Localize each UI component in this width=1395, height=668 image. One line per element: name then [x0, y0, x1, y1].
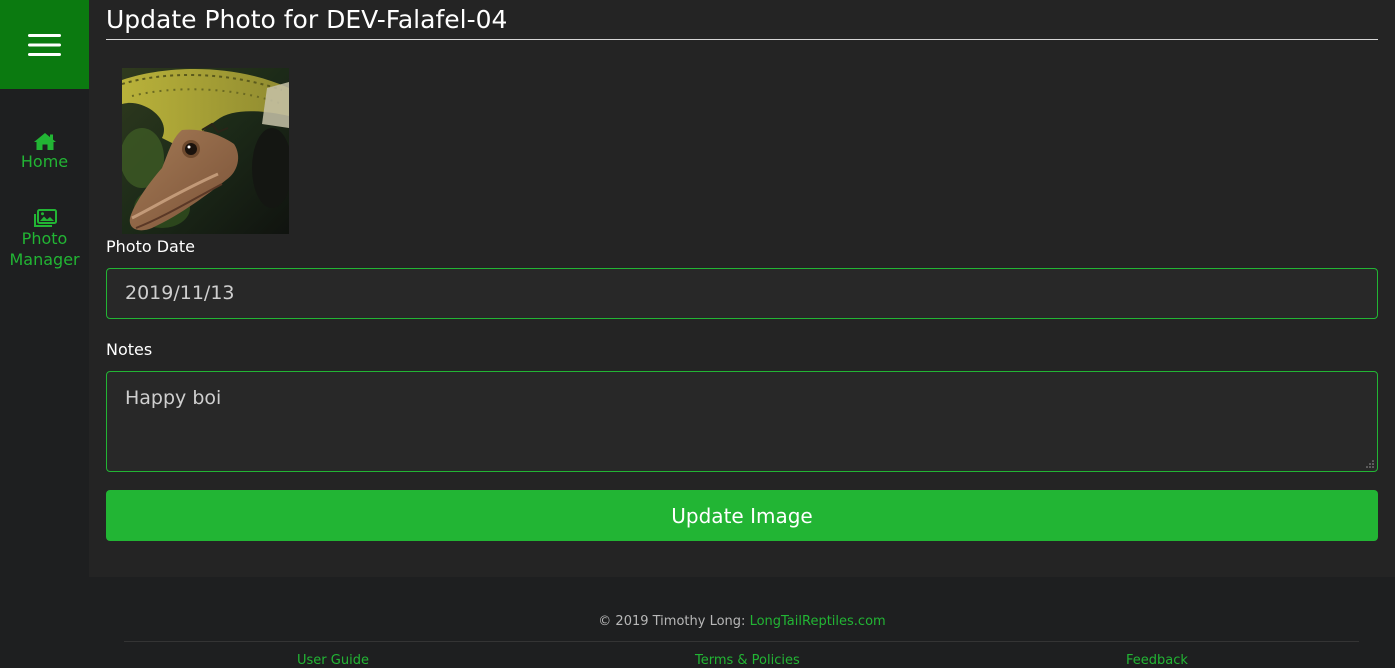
resize-grip-icon[interactable] [1366, 460, 1374, 468]
feedback-link[interactable]: Feedback [1126, 653, 1188, 668]
notes-textarea[interactable]: Happy boi [106, 371, 1378, 472]
photo-date-input[interactable]: 2019/11/13 [106, 268, 1378, 319]
home-icon [33, 129, 57, 151]
footer-divider [124, 641, 1359, 642]
update-image-button[interactable]: Update Image [106, 490, 1378, 541]
terms-policies-link[interactable]: Terms & Policies [695, 653, 800, 668]
images-icon [33, 206, 57, 228]
copyright-text: © 2019 Timothy Long: [598, 614, 750, 629]
photo-date-value: 2019/11/13 [125, 282, 235, 304]
sidebar-item-home[interactable]: Home [0, 129, 89, 172]
notes-label: Notes [106, 340, 153, 359]
menu-toggle-button[interactable] [0, 0, 89, 89]
notes-value: Happy boi [125, 387, 222, 409]
sidebar-item-label: Photo Manager [9, 229, 80, 269]
footer: © 2019 Timothy Long: LongTailReptiles.co… [89, 577, 1395, 668]
page-title: Update Photo for DEV-Falafel-04 [106, 5, 508, 34]
sidebar: Home Photo Manager [0, 0, 89, 664]
site-link[interactable]: LongTailReptiles.com [750, 614, 886, 629]
copyright: © 2019 Timothy Long: LongTailReptiles.co… [89, 614, 1395, 629]
sidebar-item-label: Home [20, 152, 69, 171]
main-panel: Update Photo for DEV-Falafel-04 Photo Da… [89, 0, 1395, 577]
title-divider [106, 39, 1378, 40]
reptile-photo [122, 68, 289, 234]
user-guide-link[interactable]: User Guide [297, 653, 369, 668]
hamburger-icon [28, 33, 61, 56]
photo-date-label: Photo Date [106, 237, 195, 256]
sidebar-item-photo-manager[interactable]: Photo Manager [0, 206, 89, 270]
